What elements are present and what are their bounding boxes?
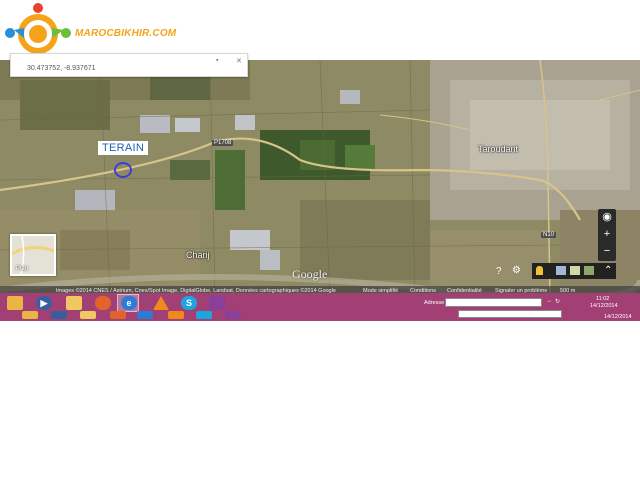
pin-icon[interactable]: ▪: [216, 57, 218, 64]
chevron-up-icon[interactable]: ⌃: [604, 265, 612, 276]
media-player-echo-icon: [51, 311, 67, 319]
satellite-imagery: [0, 60, 640, 296]
internet-explorer-icon[interactable]: e: [121, 296, 137, 310]
firefox-echo-icon: [110, 311, 126, 319]
firefox-icon[interactable]: [95, 296, 111, 310]
compass-icon[interactable]: ◉: [598, 209, 616, 226]
skype-echo-icon: [196, 311, 212, 319]
place-label-taroudant: Taroudant: [478, 144, 519, 154]
terrain-label: TERAIN: [98, 141, 149, 155]
logo-text: MAROCBIKHIR.COM: [75, 28, 177, 39]
ie-echo-icon: [137, 311, 153, 319]
minimap-label: Plan: [16, 266, 29, 272]
winrar-echo-icon: [225, 311, 241, 319]
zoom-in-button[interactable]: +: [598, 226, 616, 243]
coordinates-text: 30.473752, -8.937671: [27, 65, 96, 72]
folder-echo-icon: [22, 311, 38, 319]
road-label-n10: N10: [541, 232, 557, 238]
place-label-charij: Charij: [186, 250, 210, 260]
coordinates-box[interactable]: 30.473752, -8.937671 ▪ ✕: [10, 53, 248, 77]
help-icon[interactable]: ?: [496, 266, 502, 277]
thumbnail-3[interactable]: [584, 266, 594, 275]
dropdown-arrow-icon[interactable]: ▾: [535, 298, 538, 305]
minimap-toggle[interactable]: Plan: [10, 234, 56, 276]
skype-icon[interactable]: S: [181, 296, 197, 310]
terrain-marker-circle: [114, 162, 132, 178]
google-logo: Google: [292, 267, 328, 281]
winrar-icon[interactable]: [209, 296, 225, 310]
satellite-map[interactable]: P1708 N10 Taroudant Charij: [0, 60, 640, 296]
close-icon[interactable]: ✕: [236, 57, 242, 65]
clock-echo-date: 14/12/2014: [604, 314, 632, 320]
refresh-icon[interactable]: ↻: [555, 298, 560, 305]
pegman-icon[interactable]: [536, 266, 543, 275]
address-echo-input: [458, 310, 562, 318]
go-arrow-icon[interactable]: →: [546, 298, 552, 304]
screenshot-root: { "brand": { "logo_text": "MAROCBIKHIR.C…: [0, 0, 640, 480]
clock-time: 11:02: [596, 296, 610, 302]
media-player-icon[interactable]: ▶: [36, 296, 52, 310]
road-label-p1708: P1708: [212, 140, 234, 146]
address-label: Adresse: [424, 300, 445, 306]
thumbnail-1[interactable]: [556, 266, 566, 275]
zoom-control: ◉ + −: [598, 209, 616, 261]
file-explorer-echo-icon: [80, 311, 96, 319]
vlc-echo-icon: [168, 311, 184, 319]
file-explorer-icon[interactable]: [66, 296, 82, 310]
gear-icon[interactable]: ⚙: [512, 265, 521, 276]
zoom-out-button[interactable]: −: [598, 243, 616, 260]
thumbnail-2[interactable]: [570, 266, 580, 275]
folder-icon[interactable]: [7, 296, 23, 310]
address-input[interactable]: [445, 298, 542, 307]
vlc-icon[interactable]: [153, 296, 169, 310]
